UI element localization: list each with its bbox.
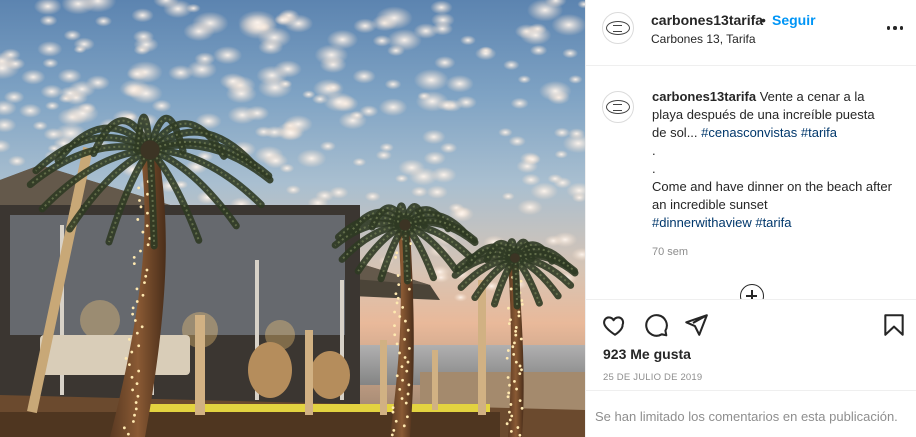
carbones-logo-icon — [606, 100, 630, 114]
hashtags-spanish[interactable]: #cenasconvistas #tarifa — [701, 125, 837, 140]
like-count[interactable]: 923 Me gusta — [603, 346, 691, 362]
bookmark-icon[interactable] — [881, 312, 907, 338]
paper-plane-icon[interactable] — [683, 312, 709, 338]
hashtags-english[interactable]: #dinnerwithaview #tarifa — [652, 215, 791, 230]
caption-section: carbones13tarifa Vente a cenar a la play… — [586, 67, 916, 299]
post-sidebar: carbones13tarifa • Seguir Carbones 13, T… — [585, 0, 916, 437]
post-age[interactable]: 70 sem — [652, 246, 688, 258]
account-avatar[interactable] — [602, 12, 634, 44]
caption-username[interactable]: carbones13tarifa — [652, 89, 756, 104]
comment-icon[interactable] — [643, 312, 669, 338]
beach-restaurant-photo — [0, 0, 585, 437]
more-options-icon[interactable] — [883, 18, 907, 38]
separator-dot: • — [761, 12, 766, 28]
caption-avatar[interactable] — [602, 91, 634, 123]
post-actions: 923 Me gusta 25 DE JULIO DE 2019 Se han … — [586, 299, 916, 437]
caption-text: carbones13tarifa Vente a cenar a la play… — [652, 88, 892, 232]
caption-english: Come and have dinner on the beach after … — [652, 179, 892, 212]
post-date[interactable]: 25 DE JULIO DE 2019 — [603, 372, 702, 383]
post-photo[interactable] — [0, 0, 585, 437]
header-username[interactable]: carbones13tarifa — [651, 12, 763, 28]
heart-icon[interactable] — [602, 312, 628, 338]
caption-dot: . — [652, 143, 656, 158]
load-comments-icon[interactable] — [740, 284, 764, 299]
comments-limited-notice: Se han limitado los comentarios en esta … — [586, 390, 916, 437]
follow-button[interactable]: Seguir — [772, 12, 816, 28]
location-link[interactable]: Carbones 13, Tarifa — [651, 32, 756, 46]
post-header: carbones13tarifa • Seguir Carbones 13, T… — [586, 0, 916, 66]
carbones-logo-icon — [606, 21, 630, 35]
caption-dot: . — [652, 161, 656, 176]
